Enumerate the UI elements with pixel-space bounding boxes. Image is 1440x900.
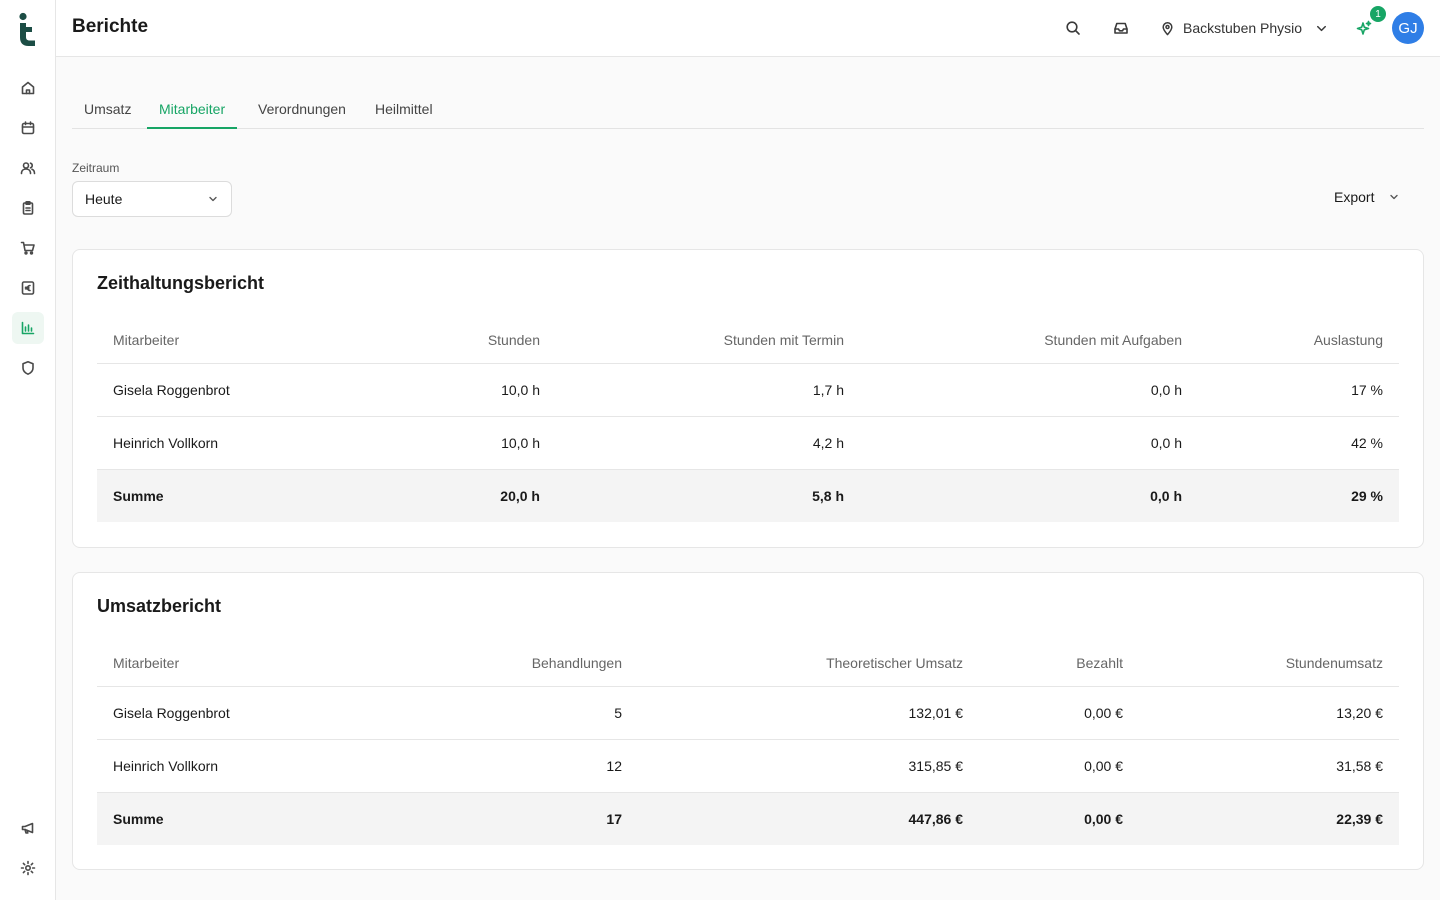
sidebar (0, 0, 56, 900)
period-select[interactable]: Heute (72, 181, 232, 217)
cell-treatments: 12 (606, 758, 622, 774)
col-header: Mitarbeiter (113, 331, 180, 348)
sidebar-item-announcements[interactable] (12, 812, 44, 844)
tab-heilmittel[interactable]: Heilmittel (363, 90, 445, 128)
chevron-down-icon (1390, 194, 1399, 200)
chevron-down-icon (209, 196, 217, 202)
table-header-row: Mitarbeiter Behandlungen Theoretischer U… (97, 639, 1399, 687)
sum-hours-appointments: 5,8 h (812, 488, 844, 504)
sidebar-item-patients[interactable] (12, 152, 44, 184)
sparkle-icon (1356, 20, 1372, 35)
cell-hours-tasks: 0,0 h (1150, 382, 1182, 398)
table-row: Heinrich Vollkorn 12 315,85 € 0,00 € 31,… (97, 740, 1399, 793)
col-header: Stunden (487, 331, 540, 348)
col-header: Stundenumsatz (1285, 654, 1383, 671)
report-tabs: Umsatz Mitarbeiter Verordnungen Heilmitt… (72, 90, 1424, 129)
employee-name: Gisela Roggenbrot (113, 382, 230, 398)
col-header: Stunden mit Termin (723, 331, 844, 348)
sidebar-item-settings[interactable] (12, 852, 44, 884)
sum-hourly-revenue: 22,39 € (1336, 811, 1383, 827)
sum-utilization: 29 % (1351, 488, 1383, 504)
tab-umsatz[interactable]: Umsatz (72, 90, 143, 128)
gear-icon (20, 860, 36, 876)
map-pin-icon (1162, 21, 1173, 35)
employee-name: Gisela Roggenbrot (113, 705, 230, 721)
cell-paid: 0,00 € (1084, 758, 1123, 774)
sidebar-item-billing[interactable] (12, 272, 44, 304)
sidebar-item-reports[interactable] (12, 312, 44, 344)
search-button[interactable] (1061, 16, 1085, 40)
cell-utilization: 17 % (1351, 382, 1383, 398)
col-header: Behandlungen (531, 654, 622, 671)
cell-theoretical-revenue: 132,01 € (908, 705, 964, 721)
shield-icon (22, 361, 34, 375)
tab-mitarbeiter[interactable]: Mitarbeiter (147, 90, 238, 129)
sum-label: Summe (113, 488, 164, 504)
col-header: Auslastung (1313, 331, 1383, 348)
clipboard-icon (22, 200, 34, 215)
export-label: Export (1334, 189, 1375, 205)
cell-hours-tasks: 0,0 h (1150, 435, 1182, 451)
sum-paid: 0,00 € (1084, 811, 1123, 827)
table-row: Gisela Roggenbrot 5 132,01 € 0,00 € 13,2… (97, 687, 1399, 740)
page-title: Berichte (72, 16, 149, 37)
col-header: Theoretischer Umsatz (826, 654, 963, 671)
cell-treatments: 5 (614, 705, 622, 721)
cell-hours-appointments: 1,7 h (812, 382, 844, 398)
time-report-card: Zeithaltungsbericht Mitarbeiter Stunden … (72, 249, 1424, 548)
sum-row: Summe 17 447,86 € 0,00 € 22,39 € (97, 793, 1399, 845)
table-header-row: Mitarbeiter Stunden Stunden mit Termin S… (97, 316, 1399, 364)
revenue-report-title: Umsatzbericht (97, 596, 222, 616)
employee-name: Heinrich Vollkorn (113, 435, 219, 451)
cell-utilization: 42 % (1351, 435, 1383, 451)
export-button[interactable]: Export (1322, 181, 1412, 213)
avatar[interactable]: GJ (1392, 12, 1424, 44)
inbox-button[interactable] (1109, 16, 1133, 40)
cart-icon (20, 241, 35, 255)
chevron-down-icon (1317, 25, 1327, 31)
cell-theoretical-revenue: 315,85 € (908, 758, 964, 774)
location-selector[interactable]: Backstuben Physio (1160, 16, 1329, 40)
chart-icon (21, 321, 35, 335)
megaphone-icon (21, 822, 34, 834)
search-icon (1066, 21, 1080, 35)
calendar-icon (21, 121, 35, 135)
period-label: Zeitraum (72, 161, 120, 175)
tab-verordnungen[interactable]: Verordnungen (246, 90, 358, 128)
sidebar-item-shop[interactable] (12, 232, 44, 264)
sum-hours: 20,0 h (500, 488, 540, 504)
sidebar-item-calendar[interactable] (12, 112, 44, 144)
home-icon (21, 81, 35, 95)
sidebar-item-prescriptions[interactable] (12, 192, 44, 224)
col-header: Stunden mit Aufgaben (1044, 331, 1182, 348)
notification-badge: 1 (1370, 6, 1386, 22)
inbox-icon (1114, 22, 1128, 34)
sum-label: Summe (113, 811, 164, 827)
col-header: Mitarbeiter (113, 654, 180, 671)
app-logo[interactable] (16, 12, 40, 46)
employee-name: Heinrich Vollkorn (113, 758, 219, 774)
sum-treatments: 17 (606, 811, 622, 827)
sidebar-item-home[interactable] (12, 72, 44, 104)
sidebar-item-security[interactable] (12, 352, 44, 384)
col-header: Bezahlt (1076, 654, 1123, 671)
users-icon (20, 162, 36, 175)
sum-theoretical-revenue: 447,86 € (908, 811, 964, 827)
table-row: Gisela Roggenbrot 10,0 h 1,7 h 0,0 h 17 … (97, 364, 1399, 417)
table-row: Heinrich Vollkorn 10,0 h 4,2 h 0,0 h 42 … (97, 417, 1399, 470)
time-report-title: Zeithaltungsbericht (97, 273, 265, 293)
sum-hours-tasks: 0,0 h (1150, 488, 1182, 504)
cell-hours-appointments: 4,2 h (812, 435, 844, 451)
location-name: Backstuben Physio (1183, 20, 1303, 36)
top-header: Berichte Backstuben Physio 1 GJ (56, 0, 1440, 57)
euro-icon (21, 281, 35, 295)
cell-hours: 10,0 h (501, 382, 540, 398)
cell-hourly-revenue: 31,58 € (1336, 758, 1383, 774)
cell-paid: 0,00 € (1084, 705, 1123, 721)
cell-hourly-revenue: 13,20 € (1336, 705, 1383, 721)
period-value: Heute (85, 191, 123, 207)
sum-row: Summe 20,0 h 5,8 h 0,0 h 29 % (97, 470, 1399, 522)
revenue-report-card: Umsatzbericht Mitarbeiter Behandlungen T… (72, 572, 1424, 870)
cell-hours: 10,0 h (501, 435, 540, 451)
